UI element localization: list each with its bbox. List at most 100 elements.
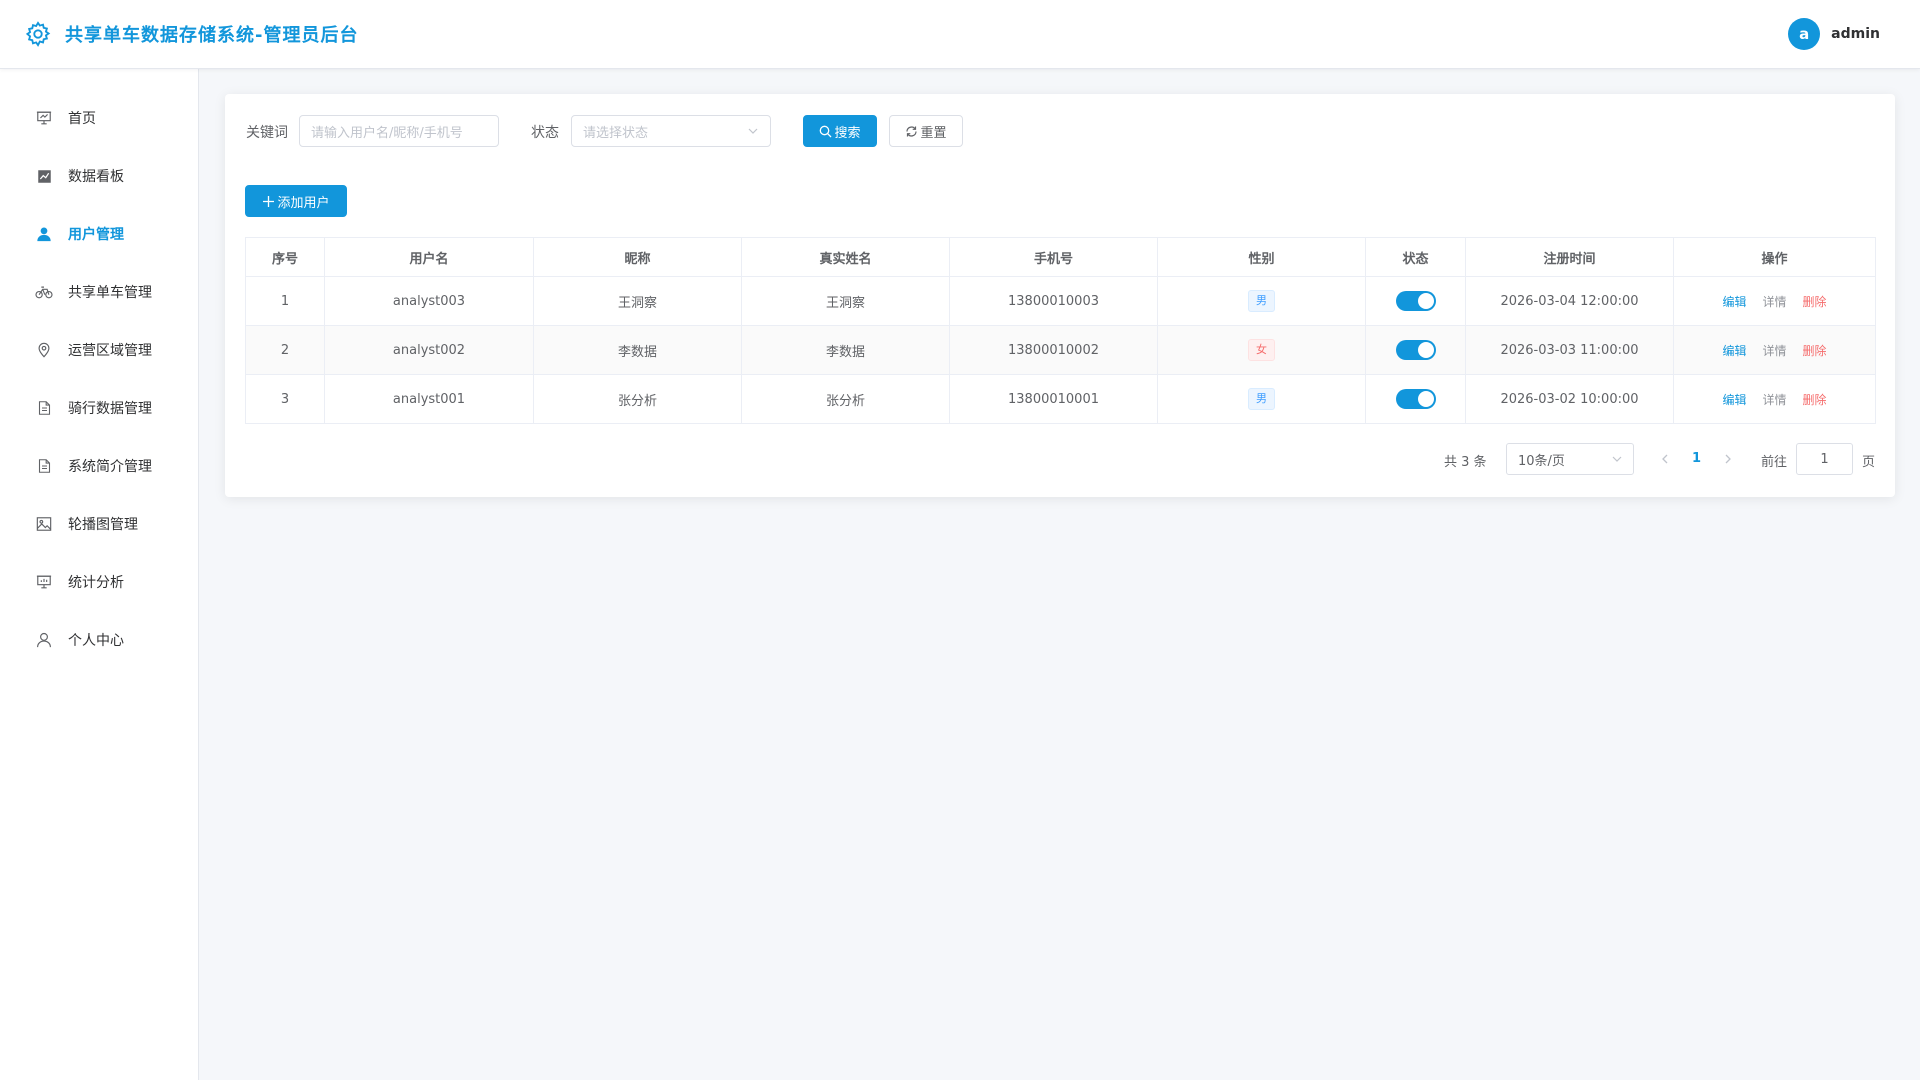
cell-nickname: 李数据 [533,325,742,375]
status-placeholder: 请选择状态 [583,125,649,141]
gear-icon [24,20,52,48]
chart-icon [35,167,53,185]
sidebar-item-rides[interactable]: 骑行数据管理 [0,379,198,437]
cell-gender: 女 [1157,325,1366,375]
page-number-current[interactable]: 1 [1692,451,1701,466]
delete-link[interactable]: 删除 [1803,393,1827,407]
avatar[interactable]: a [1788,18,1821,50]
status-label: 状态 [531,125,559,141]
sidebar-item-bikes[interactable]: 共享单车管理 [0,263,198,321]
reset-button-label: 重置 [920,125,947,141]
sidebar-item-label: 共享单车管理 [68,285,152,301]
sidebar-item-dashboard[interactable]: 数据看板 [0,147,198,205]
search-button[interactable]: 搜索 [803,115,877,147]
goto-label: 前往 [1761,455,1788,470]
app-title: 共享单车数据存储系统-管理员后台 [65,25,359,46]
presentation-icon [35,573,53,591]
keyword-placeholder: 请输入用户名/昵称/手机号 [311,125,463,141]
picture-icon [35,515,53,533]
top-header: 共享单车数据存储系统-管理员后台 a admin [0,0,1920,69]
refresh-icon [905,125,918,138]
sidebar-item-statistics[interactable]: 统计分析 [0,553,198,611]
detail-link[interactable]: 详情 [1762,344,1786,358]
edit-link[interactable]: 编辑 [1722,393,1746,407]
keyword-input[interactable]: 请输入用户名/昵称/手机号 [299,115,499,147]
column-header: 操作 [1673,237,1876,277]
keyword-label: 关键词 [246,125,288,141]
cell-nickname: 张分析 [533,374,742,424]
sidebar-item-users[interactable]: 用户管理 [0,205,198,263]
cell-status [1365,276,1466,326]
column-header: 注册时间 [1465,237,1674,277]
bicycle-icon [35,283,53,301]
column-header: 昵称 [533,237,742,277]
cell-registered: 2026-03-04 12:00:00 [1465,276,1674,326]
edit-link[interactable]: 编辑 [1722,295,1746,309]
prev-page-icon[interactable] [1658,452,1672,466]
table-row: 3 analyst001 张分析 张分析 13800010001 男 2026-… [245,374,1876,424]
delete-link[interactable]: 删除 [1803,295,1827,309]
next-page-icon[interactable] [1721,452,1735,466]
column-header: 序号 [245,237,325,277]
chevron-down-icon [1611,453,1623,465]
table-row: 2 analyst002 李数据 李数据 13800010002 女 2026-… [245,325,1876,375]
status-toggle[interactable] [1395,291,1436,311]
search-button-label: 搜索 [834,125,861,141]
sidebar-item-intro[interactable]: 系统简介管理 [0,437,198,495]
home-icon [35,109,53,127]
cell-gender: 男 [1157,276,1366,326]
plus-icon [262,195,275,208]
column-header: 真实姓名 [741,237,950,277]
detail-link[interactable]: 详情 [1762,393,1786,407]
gender-tag: 男 [1248,290,1275,312]
sidebar-item-home[interactable]: 首页 [0,89,198,147]
edit-link[interactable]: 编辑 [1722,344,1746,358]
sidebar-item-regions[interactable]: 运营区域管理 [0,321,198,379]
user-menu[interactable]: a admin [1788,18,1880,50]
search-icon [819,125,832,138]
toggle-knob [1417,391,1434,407]
user-management-card: 关键词 请输入用户名/昵称/手机号 状态 请选择状态 搜索 重置 添加用户 序号… [225,94,1895,497]
cell-index: 2 [245,325,325,375]
cell-username: analyst003 [324,276,534,326]
page-size-value: 10条/页 [1518,453,1565,469]
cell-nickname: 王洞察 [533,276,742,326]
document-icon [35,399,53,417]
sidebar-item-profile[interactable]: 个人中心 [0,611,198,669]
goto-page-input[interactable]: 1 [1796,443,1853,475]
sidebar-item-label: 统计分析 [68,575,124,591]
user-icon [35,225,53,243]
sidebar-item-carousel[interactable]: 轮播图管理 [0,495,198,553]
column-header: 手机号 [949,237,1158,277]
sidebar-item-label: 运营区域管理 [68,343,152,359]
reset-button[interactable]: 重置 [889,115,963,147]
username[interactable]: admin [1831,26,1880,42]
column-header: 用户名 [324,237,534,277]
delete-link[interactable]: 删除 [1803,344,1827,358]
add-user-button[interactable]: 添加用户 [245,185,347,217]
location-icon [35,341,53,359]
column-header: 状态 [1365,237,1466,277]
cell-username: analyst001 [324,374,534,424]
chevron-down-icon [747,125,759,137]
status-toggle[interactable] [1395,340,1436,360]
cell-username: analyst002 [324,325,534,375]
gender-tag: 男 [1248,388,1275,410]
page-size-select[interactable]: 10条/页 [1506,443,1634,475]
status-select[interactable]: 请选择状态 [571,115,771,147]
detail-link[interactable]: 详情 [1762,295,1786,309]
status-toggle[interactable] [1395,389,1436,409]
pagination-total: 共 3 条 [1444,455,1487,470]
cell-phone: 13800010001 [949,374,1158,424]
cell-realname: 张分析 [741,374,950,424]
user-table: 序号 用户名 昵称 真实姓名 手机号 性别 状态 注册时间 操作 1 analy… [245,237,1876,424]
page-suffix: 页 [1862,455,1876,470]
table-header-row: 序号 用户名 昵称 真实姓名 手机号 性别 状态 注册时间 操作 [245,237,1876,277]
sidebar-item-label: 骑行数据管理 [68,401,152,417]
column-header: 性别 [1157,237,1366,277]
cell-index: 3 [245,374,325,424]
sidebar-item-label: 轮播图管理 [68,517,138,533]
person-icon [35,631,53,649]
cell-gender: 男 [1157,374,1366,424]
gender-tag: 女 [1248,339,1275,361]
